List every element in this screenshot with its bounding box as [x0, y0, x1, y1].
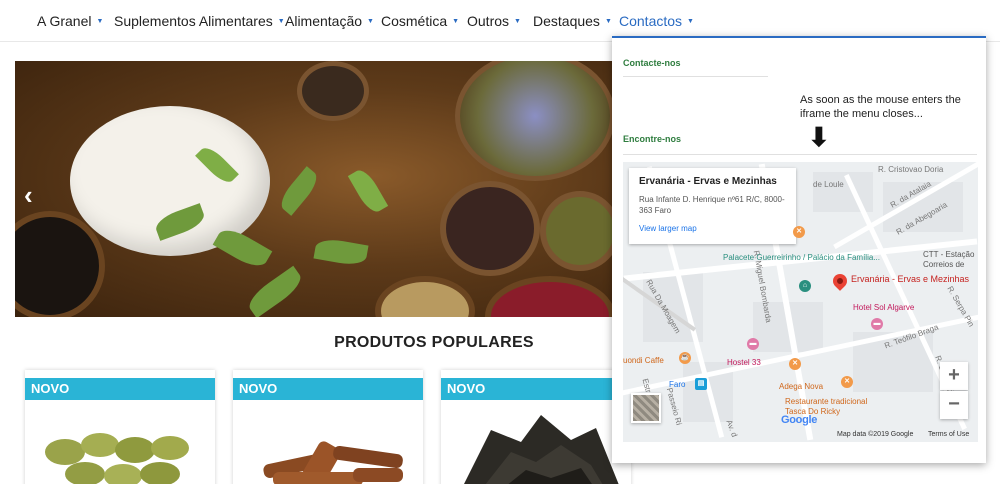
- chevron-down-icon: ▼: [277, 18, 285, 25]
- poi-label: Palacete Guerreirinho / Palácio da Famíl…: [723, 253, 880, 262]
- map-block: [813, 172, 873, 212]
- terms-of-use-link[interactable]: Terms of Use: [928, 431, 969, 438]
- product-card[interactable]: NOVO: [441, 370, 631, 484]
- nav-label: Destaques: [533, 13, 600, 29]
- poi-label: Hotel Sol Algarve: [853, 303, 915, 312]
- leaf-image: [275, 166, 323, 216]
- nav-item-outros[interactable]: Outros ▼: [467, 0, 521, 42]
- poi-label: Faro: [669, 380, 686, 389]
- restaurant-icon: ✕: [841, 376, 853, 388]
- google-map-iframe[interactable]: Ervanária - Ervas e Mezinhas Rua Infante…: [623, 162, 978, 442]
- chevron-down-icon: ▼: [452, 18, 460, 25]
- nav-item-a-granel[interactable]: A Granel ▼: [37, 0, 103, 42]
- product-card[interactable]: NOVO: [233, 370, 423, 484]
- hibiscus-bowl-image: [485, 276, 612, 317]
- flower-bowl-image: [455, 61, 612, 181]
- nav-label: Cosmética: [381, 13, 448, 29]
- place-name: Ervanária - Ervas e Mezinhas: [639, 176, 777, 187]
- divider: [623, 76, 768, 77]
- leaf-image: [347, 166, 389, 216]
- hero-slider-image: [15, 61, 612, 317]
- tea-leaves-image: [464, 415, 619, 484]
- street-label: Av. d: [724, 418, 739, 439]
- annotation-note: As soon as the mouse enters the iframe t…: [800, 94, 961, 120]
- hotel-icon: ▬: [747, 338, 759, 350]
- street-label: de Loule: [813, 180, 844, 189]
- train-station-icon: ▤: [695, 378, 707, 390]
- leaf-image: [244, 265, 306, 317]
- chevron-down-icon: ▼: [604, 18, 612, 25]
- map-info-card: Ervanária - Ervas e Mezinhas Rua Infante…: [629, 168, 796, 244]
- cafe-icon: ☕: [679, 352, 691, 364]
- chevron-down-icon: ▼: [367, 18, 374, 25]
- contact-heading: Contacte-nos: [623, 58, 681, 68]
- zoom-in-button[interactable]: +: [940, 362, 968, 390]
- poi-label: Adega Nova: [779, 382, 824, 391]
- chevron-down-icon: ▼: [514, 18, 521, 25]
- nav-item-alimentacao[interactable]: Alimentação ▼: [285, 0, 374, 42]
- cinnamon-image: [263, 441, 403, 484]
- zoom-out-button[interactable]: −: [940, 391, 968, 419]
- nav-label: A Granel: [37, 13, 92, 29]
- location-pin-icon: [830, 271, 850, 291]
- restaurant-icon: ✕: [793, 226, 805, 238]
- slider-prev-arrow[interactable]: ‹: [24, 182, 33, 208]
- herb-bowl-image: [540, 191, 612, 271]
- restaurant-icon: ✕: [789, 358, 801, 370]
- leaf-image: [313, 236, 369, 268]
- chevron-down-icon: ▼: [687, 18, 694, 25]
- section-title: PRODUTOS POPULARES: [334, 334, 534, 351]
- contactos-dropdown-menu: Contacte-nos Encontre-nos As soon as the…: [612, 36, 986, 463]
- divider: [623, 154, 977, 155]
- product-card[interactable]: NOVO: [25, 370, 215, 484]
- view-larger-map-link[interactable]: View larger map: [639, 224, 786, 233]
- nav-item-cosmetica[interactable]: Cosmética ▼: [381, 0, 459, 42]
- nav-label: Contactos: [619, 13, 683, 29]
- satellite-toggle-button[interactable]: [631, 393, 661, 423]
- poi-label: uondi Caffe: [623, 356, 664, 365]
- poi-label: Hostel 33: [727, 358, 761, 367]
- street-label: R. Cristovao Doria: [878, 165, 944, 174]
- place-address: Rua Infante D. Henrique nº61 R/C, 8000-3…: [639, 195, 785, 215]
- map-data-attribution: Map data ©2019 Google: [837, 431, 914, 438]
- nav-item-suplementos[interactable]: Suplementos Alimentares ▼: [114, 0, 285, 42]
- nav-label: Outros: [467, 13, 510, 29]
- nav-item-destaques[interactable]: Destaques ▼: [533, 0, 612, 42]
- tea-bowl-image: [440, 181, 540, 276]
- chevron-down-icon: ▼: [96, 18, 104, 25]
- find-heading: Encontre-nos: [623, 134, 682, 144]
- nav-label: Suplementos Alimentares: [114, 13, 273, 29]
- poi-label: CTT - Estação Correios de: [923, 250, 975, 269]
- root-bowl-image: [375, 276, 475, 317]
- pin-label: Ervanária - Ervas e Mezinhas: [851, 274, 970, 284]
- down-arrow-icon: ⬇: [808, 122, 830, 152]
- museum-icon: ⌂: [799, 280, 811, 292]
- spice-bowl-image: [297, 61, 369, 121]
- nav-label: Alimentação: [285, 13, 363, 29]
- street-label: Passeio Ri: [664, 386, 684, 427]
- cardamom-image: [45, 433, 189, 484]
- hotel-icon: ▬: [871, 318, 883, 330]
- google-logo: Google: [781, 414, 818, 426]
